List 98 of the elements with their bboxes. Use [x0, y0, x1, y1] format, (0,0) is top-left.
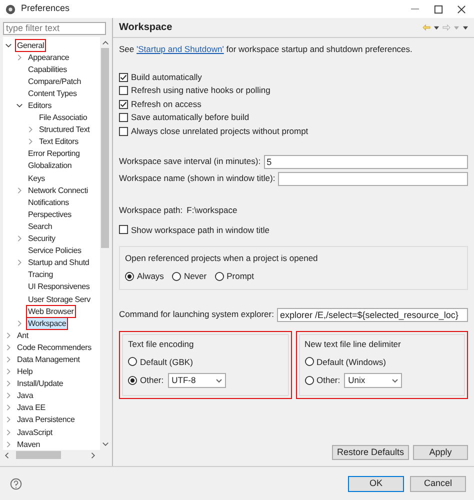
close-icon[interactable] [457, 4, 466, 14]
radio-label: Other: [140, 374, 164, 388]
checkbox-label: Save automatically before build [131, 111, 250, 124]
dropdown-icon[interactable] [434, 26, 439, 30]
tree-item[interactable]: Text Editors [38, 136, 80, 148]
tree-item[interactable]: Structured Text [38, 124, 91, 136]
tree-item[interactable]: Service Policies [27, 245, 82, 256]
checkbox-label: Refresh using native hooks or polling [131, 84, 270, 98]
tree-item[interactable]: Java Persistence [16, 414, 76, 426]
tree-item[interactable]: Tracing [27, 269, 54, 280]
radio-label: Always [137, 270, 164, 283]
checkbox-label: Build automatically [131, 70, 202, 84]
checkbox-label: Refresh on access [131, 98, 202, 111]
back-arrow-icon[interactable] [422, 24, 431, 31]
tree-item[interactable]: Java [16, 390, 34, 402]
radio-button[interactable] [304, 357, 314, 366]
description-text: See 'Startup and Shutdown' for workspace startup and shutdown preferences. [119, 43, 414, 56]
tree-item[interactable]: User Storage Serv [27, 294, 92, 305]
text-field[interactable] [278, 172, 468, 186]
page-button[interactable]: Restore Defaults [332, 445, 409, 460]
tree-item[interactable]: Java EE [16, 402, 46, 414]
page-button[interactable]: Apply [413, 445, 468, 460]
radio-button[interactable] [304, 376, 314, 386]
tree-item[interactable]: Notifications [27, 196, 70, 208]
tree-item[interactable]: Ant [16, 330, 30, 341]
radio-label: Default (Windows) [316, 356, 386, 368]
tree-item[interactable]: Error Reporting [27, 148, 81, 160]
app-icon [5, 4, 16, 14]
startup-link[interactable]: 'Startup and Shutdown' [136, 44, 224, 54]
radio-button[interactable] [125, 272, 134, 281]
tree-item[interactable]: General [16, 40, 46, 51]
tree-item[interactable]: Install/Update [16, 378, 64, 390]
checkbox[interactable] [119, 225, 128, 234]
tree-item[interactable]: Web Browser [27, 306, 75, 317]
tree-item[interactable]: Content Types [27, 88, 78, 99]
scroll-down-icon[interactable] [102, 441, 108, 448]
dialog-button[interactable]: OK [348, 476, 404, 492]
tree-item[interactable]: Editors [27, 100, 52, 112]
group-title: Open referenced projects when a project is opened [125, 252, 319, 265]
path-value: F:\workspace [186, 204, 238, 216]
radio-label: Other: [316, 374, 340, 388]
tree-item[interactable]: Compare/Patch [27, 76, 82, 87]
help-icon[interactable] [10, 478, 22, 490]
radio-label: Prompt [226, 270, 254, 283]
dropdown[interactable]: Unix [344, 373, 402, 388]
tree-item[interactable]: Code Recommenders [16, 342, 92, 353]
text-field[interactable]: 5 [264, 154, 468, 169]
field-label: Workspace path: [119, 204, 183, 216]
group-title: Text file encoding [128, 338, 195, 350]
radio-button[interactable] [128, 357, 137, 366]
tree-item[interactable]: Help [16, 366, 34, 378]
window-title: Preferences [21, 2, 70, 16]
tree-item[interactable]: JavaScript [16, 426, 54, 438]
caret-icon [392, 378, 398, 383]
tree-item[interactable]: Capabilities [27, 64, 68, 75]
tree-item[interactable]: Data Management [16, 354, 81, 365]
dialog-button[interactable]: Cancel [410, 476, 466, 492]
scroll-left-icon[interactable] [3, 452, 10, 458]
radio-button[interactable] [214, 272, 224, 281]
tree-item[interactable]: Maven [16, 438, 42, 450]
tree-item[interactable]: Startup and Shutd [27, 257, 90, 268]
scroll-thumb[interactable] [16, 451, 61, 459]
radio-label: Default (GBK) [140, 356, 193, 368]
tree-item[interactable]: Search [27, 220, 54, 232]
scroll-thumb[interactable] [101, 48, 109, 248]
checkbox-label: Show workspace path in window title [131, 224, 270, 236]
tree-item[interactable]: Appearance [27, 52, 70, 63]
text-field[interactable]: explorer /E,/select=${selected_resource_loc} [276, 308, 468, 322]
field-label: Workspace save interval (in minutes): [119, 155, 261, 168]
checkbox[interactable] [119, 100, 128, 109]
tree-item[interactable]: File Associatio [38, 112, 88, 124]
tree-item[interactable]: Perspectives [27, 208, 72, 220]
caret-icon [216, 378, 222, 383]
group-title: New text file line delimiter [304, 338, 402, 350]
scroll-right-icon[interactable] [90, 452, 97, 458]
scroll-up-icon[interactable] [102, 39, 108, 46]
radio-button[interactable] [128, 376, 137, 386]
tree-item[interactable]: Workspace [27, 318, 68, 329]
field-label: Command for launching system explorer: [119, 308, 274, 322]
tree-item[interactable]: Network Connecti [27, 184, 89, 196]
radio-button[interactable] [172, 272, 181, 281]
checkbox[interactable] [119, 86, 128, 96]
field-label: Workspace name (shown in window title): [119, 172, 276, 186]
checkbox[interactable] [119, 126, 128, 136]
page-title: Workspace [119, 21, 172, 35]
tree-item[interactable]: Keys [27, 172, 46, 184]
dropdown[interactable]: UTF-8 [168, 373, 226, 388]
view-menu-icon[interactable] [463, 26, 468, 30]
tree-item[interactable]: Security [27, 233, 56, 244]
checkbox[interactable] [119, 72, 128, 82]
tree-item[interactable]: Globalization [27, 160, 73, 172]
forward-arrow-icon[interactable] [442, 24, 451, 31]
radio-label: Never [184, 270, 207, 283]
tree-item[interactable]: UI Responsivenes [27, 281, 91, 292]
checkbox-label: Always close unrelated projects without prompt [131, 124, 308, 138]
filter-field[interactable]: type filter text [3, 22, 106, 35]
checkbox[interactable] [119, 113, 128, 122]
maximize-icon[interactable] [434, 4, 443, 14]
